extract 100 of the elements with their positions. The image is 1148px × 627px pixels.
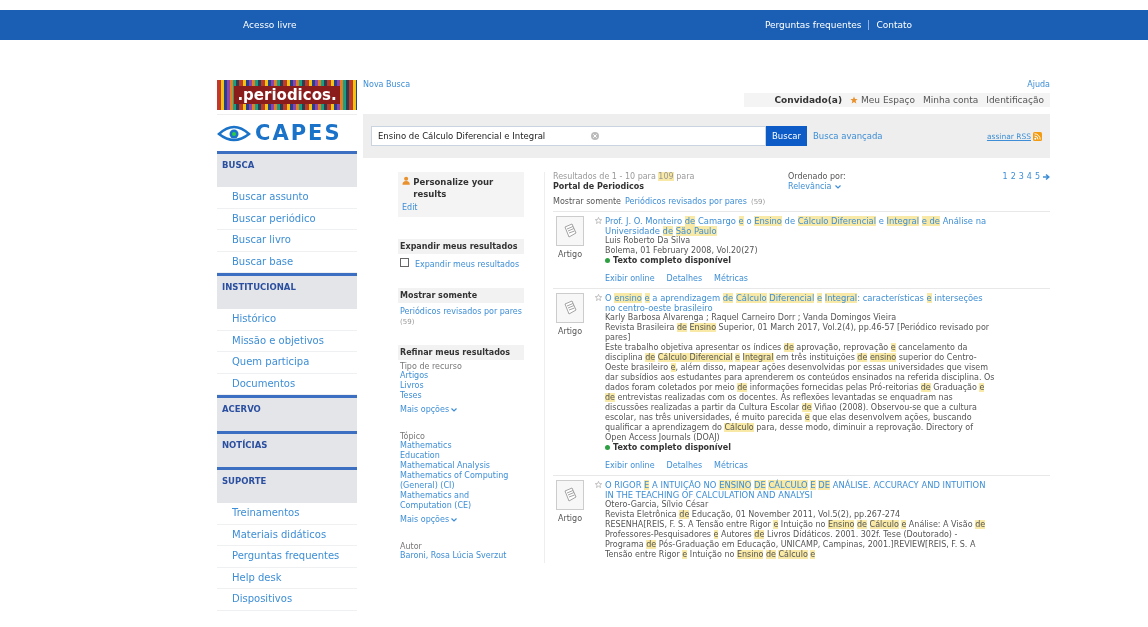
edit-link[interactable]: Edit <box>402 203 520 213</box>
sort-dropdown[interactable]: Relevância <box>788 182 841 192</box>
result-action-link[interactable]: Exibir online <box>605 274 655 283</box>
results-summary: Resultados de 1 - 10 para 109 para <box>553 172 695 181</box>
next-arrow-icon[interactable] <box>1043 173 1050 181</box>
sort-label: Ordenado por: <box>788 172 847 182</box>
sidebar-item[interactable]: Missão e objetivos <box>217 330 357 352</box>
search-field[interactable]: Ensino de Cálculo Diferencial e Integral <box>371 126 766 146</box>
document-icon <box>562 300 578 316</box>
result-source: Bolema, 01 February 2008, Vol.20(27) <box>605 246 759 256</box>
expand-checkbox[interactable] <box>400 258 409 267</box>
facet-option[interactable]: Mathematics <box>400 441 522 451</box>
user-name: Convidado(a) <box>774 95 843 105</box>
facet-group-title: Tópico <box>400 432 425 441</box>
page-link[interactable]: 3 <box>1018 172 1024 181</box>
facet-option[interactable]: Mathematics of Computing (General) (CI) <box>400 471 522 491</box>
page-link[interactable]: 1 <box>1002 172 1008 181</box>
advanced-search-link[interactable]: Busca avançada <box>813 131 883 141</box>
peer-reviewed-link[interactable]: Periódicos revisados por pares <box>625 197 747 206</box>
facet-option[interactable]: Livros <box>400 381 522 391</box>
document-icon <box>562 223 578 239</box>
more-options-link[interactable]: Mais opções <box>400 405 522 414</box>
page-link[interactable]: 4 <box>1026 172 1032 181</box>
sidebar-item[interactable]: Perguntas frequentes <box>217 546 357 568</box>
periodicos-logo[interactable]: .periodicos. <box>217 80 357 110</box>
account-link[interactable]: Identificação <box>986 95 1044 105</box>
page-link[interactable]: 5 <box>1034 172 1040 181</box>
result-action-link[interactable]: Exibir online <box>605 461 655 470</box>
available-dot-icon <box>605 445 610 450</box>
result-type: Artigo <box>557 514 583 523</box>
facet-heading: Expandir meus resultados <box>398 239 524 254</box>
facet-option[interactable]: Education <box>400 451 522 461</box>
result-source: Revista Eletrônica de Educação, 01 November 2011, Vol.5(2), pp.267-274 <box>605 510 902 520</box>
chevron-down-icon <box>834 185 841 189</box>
chevron-down-icon <box>451 407 458 412</box>
my-space-link[interactable]: Meu Espaço <box>861 95 915 105</box>
personalize-title: Personalize your results <box>413 176 495 200</box>
result-title[interactable]: O RIGOR EA INTUIÇÃO NO ENSINO DE CÁLCULO E DE ANÁLISE. ACCURACY AND INTUITION IN THE TEACHING OF CALCULATION AND ANALYSI <box>605 480 995 500</box>
sidebar-item[interactable]: Buscar periódico <box>217 208 357 230</box>
facet-group-title: Tipo de recurso <box>400 362 463 371</box>
result-type: Artigo <box>557 250 583 259</box>
result-action-link[interactable]: Detalhes <box>666 274 703 283</box>
star-outline-icon[interactable] <box>595 481 602 488</box>
document-thumbnail[interactable] <box>556 293 584 323</box>
sidebar-heading[interactable]: BUSCA <box>217 151 357 187</box>
available-dot-icon <box>605 258 610 263</box>
facet-option[interactable]: Mathematics and Computation (CE) <box>400 491 522 511</box>
result-authors: Luis Roberto Da Silva <box>605 236 692 246</box>
top-link[interactable]: Perguntas frequentes <box>764 20 862 30</box>
sidebar-item[interactable]: Help desk <box>217 567 357 589</box>
facet-option[interactable]: Baroni, Rosa Lúcia Sverzut <box>400 551 522 561</box>
sidebar-heading[interactable]: INSTITUCIONAL <box>217 273 357 309</box>
results-source: Portal de Periodicos <box>553 182 644 191</box>
result-authors: Karly Barbosa Alvarenga ; Raquel Carneiro Dorr ; Vanda Domingos Vieira <box>605 313 897 323</box>
result-title[interactable]: Prof. J. O. Monteiro de Camargo e o Ensino de Cálculo Diferencial e Integral e de Análise na Universidade de São Paulo <box>605 216 995 236</box>
facet-option[interactable]: Teses <box>400 391 522 401</box>
person-icon <box>402 176 411 185</box>
result-title[interactable]: O ensino e a aprendizagem de Cálculo Diferencial e Integral: características e interseções no centro-oeste brasileiro <box>605 293 995 313</box>
facet-option[interactable]: Artigos <box>400 371 522 381</box>
result-abstract: RESENHA[REIS, F. S. A Tensão entre Rigor e Intuição no Ensino de Cálculo e Análise: A Visão de Professores-Pesquisadores e Autores de Livros Didáticos. 2001. 302f. Tese (Doutorado) - Programa de Pós-Graduação em Educação, UNICAMP, Campinas, 2001.]REVIEW[REIS, F. S. A Tensão entre Rigor e Intuição no Ensino de Cálculo e <box>605 520 987 560</box>
search-button[interactable]: Buscar <box>766 126 808 146</box>
document-thumbnail[interactable] <box>556 480 584 510</box>
sidebar-item[interactable]: Quem participa <box>217 352 357 374</box>
document-icon <box>562 487 578 503</box>
sidebar-item[interactable]: Buscar assunto <box>217 187 357 209</box>
sidebar-item[interactable]: Histórico <box>217 309 357 331</box>
sidebar-heading[interactable]: NOTÍCIAS <box>217 431 357 467</box>
sidebar-item[interactable]: Buscar livro <box>217 230 357 252</box>
top-link[interactable]: Acesso livre <box>243 20 297 30</box>
page-link[interactable]: 2 <box>1010 172 1016 181</box>
capes-logo[interactable]: CAPES <box>255 121 342 145</box>
filter-label: Mostrar somente <box>553 197 622 206</box>
sidebar-heading[interactable]: SUPORTE <box>217 467 357 503</box>
rss-icon <box>1033 131 1042 141</box>
expand-label[interactable]: Expandir meus resultados <box>415 260 520 269</box>
facet-group-title: Autor <box>400 542 423 551</box>
result-action-link[interactable]: Métricas <box>714 274 748 283</box>
help-link[interactable]: Ajuda <box>1027 80 1050 89</box>
top-link[interactable]: Contato <box>876 20 912 30</box>
account-link[interactable]: Minha conta <box>923 95 979 105</box>
facet-option[interactable]: Mathematical Analysis <box>400 461 522 471</box>
availability-text: Texto completo disponível <box>613 256 731 265</box>
sidebar-heading[interactable]: ACERVO <box>217 395 357 431</box>
result-action-link[interactable]: Métricas <box>714 461 748 470</box>
peer-reviewed-link[interactable]: Periódicos revisados por pares <box>400 307 522 316</box>
chevron-down-icon <box>451 517 458 522</box>
document-thumbnail[interactable] <box>556 216 584 246</box>
more-options-link[interactable]: Mais opções <box>400 515 522 524</box>
clear-icon[interactable] <box>591 132 599 140</box>
sidebar-item[interactable]: Materiais didáticos <box>217 524 357 546</box>
availability-text: Texto completo disponível <box>613 443 731 452</box>
result-action-link[interactable]: Detalhes <box>666 461 703 470</box>
star-outline-icon[interactable] <box>595 217 602 224</box>
sidebar-item[interactable]: Dispositivos <box>217 589 357 611</box>
sidebar-item[interactable]: Treinamentos <box>217 503 357 525</box>
star-icon <box>850 96 859 104</box>
result-abstract: Este trabalho objetiva apresentar os índices de aprovação, reprovação e cancelamento da disciplina de Cálculo Diferencial e Integral em três instituições de ensino superior do Centro-Oeste brasileiro e, além disso, mapear ações desenvolvidas por essas universidades que visem dar subsídios aos estudantes para aprenderem os conteúdos ensinados na referida disciplina. Os dados foram coletados por meio de informações fornecidas pelas Pró-reitorias de Graduação e de entrevistas realizadas com os docentes. As reflexões levantadas se enquadram nas discussões realizadas a partir da Cultura Escolar de Viñao (2008). Observou-se que a cultura escolar, nas três universidades, é muito parecida e que elas desenvolvem ações, buscando qualificar a aprendizagem do Cálculo para, desse modo, diminuir a reprovação. Directory of Open Access Journals (DOAJ) <box>605 343 995 443</box>
result-type: Artigo <box>557 327 583 336</box>
star-outline-icon[interactable] <box>595 294 602 301</box>
new-search-link[interactable]: Nova Busca <box>363 80 411 89</box>
